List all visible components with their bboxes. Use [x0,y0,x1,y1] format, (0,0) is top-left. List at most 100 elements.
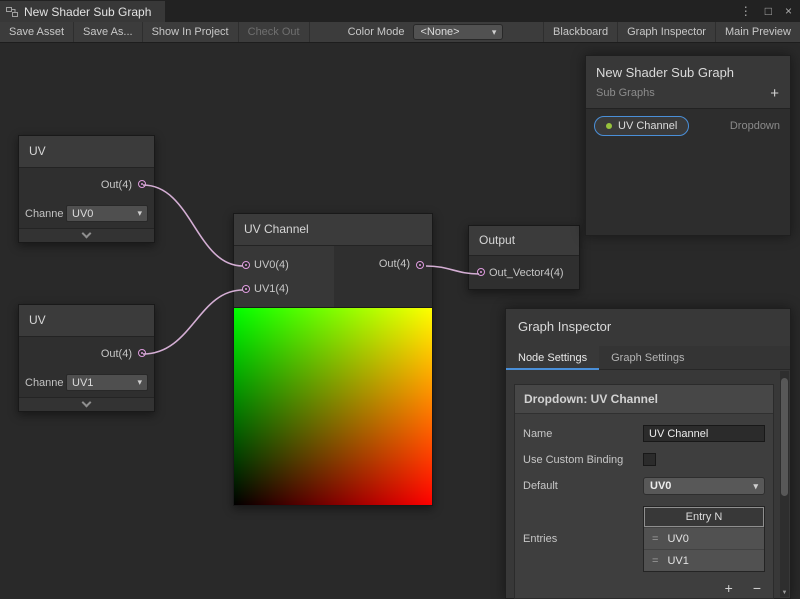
add-property-button[interactable]: + [770,88,779,100]
inspector-title[interactable]: Graph Inspector [506,309,790,346]
property-type: Dropdown [730,120,780,132]
entries-list: Entry N = UV0 = UV1 [643,506,765,572]
output-port-row: Out(4) [334,246,432,307]
remove-entry-button[interactable]: − [753,580,761,596]
blackboard-subtitle: Sub Graphs [596,87,780,99]
window-controls: ⋮ □ × [740,0,792,22]
inspector-tabs: Node Settings Graph Settings [506,346,790,370]
blackboard-toggle-button[interactable]: Blackboard [543,22,617,42]
input-port-label: UV0(4) [254,256,334,274]
input-port-label: UV1(4) [254,280,334,298]
node-title[interactable]: UV Channel [234,214,432,246]
chevron-down-icon: ▾ [137,208,142,219]
node-title[interactable]: UV [19,305,154,337]
use-custom-binding-label: Use Custom Binding [523,454,643,466]
channel-label: Channel [25,377,63,389]
name-label: Name [523,428,643,440]
settings-fields: Name Use Custom Binding Default UV0 ▾ En… [515,414,773,572]
node-output-row: Out(4) [19,337,154,371]
node-uv-top[interactable]: UV Out(4) Channel UV0 ▾ [18,135,155,243]
default-label: Default [523,480,643,492]
blackboard-title: New Shader Sub Graph [596,65,780,80]
default-value: UV0 [650,480,671,492]
exposed-dot-icon [606,123,612,129]
use-custom-binding-checkbox[interactable] [643,453,656,466]
property-pill-selected[interactable]: UV Channel [594,116,689,136]
collapse-chevron-icon [82,229,92,239]
drag-handle-icon[interactable]: = [652,555,658,567]
chevron-down-icon: ▾ [753,481,758,492]
drag-handle-icon[interactable]: = [652,533,658,545]
input-port-list: UV0(4) UV1(4) [234,246,334,307]
channel-row: Channel UV1 ▾ [19,371,154,397]
node-title[interactable]: Output [469,226,579,256]
tab-title: New Shader Sub Graph [24,5,151,19]
check-out-button: Check Out [239,22,310,42]
node-output-row: Out(4) [19,168,154,202]
title-bar: New Shader Sub Graph ⋮ □ × [0,0,800,22]
toolbar-spacer [503,22,543,42]
graph-inspector-toggle-button[interactable]: Graph Inspector [617,22,715,42]
channel-value: UV1 [72,377,93,389]
property-name: UV Channel [618,120,677,132]
close-icon[interactable]: × [785,4,792,18]
graph-inspector-panel: Graph Inspector Node Settings Graph Sett… [505,308,791,599]
entry-value: UV0 [667,533,688,545]
document-tab[interactable]: New Shader Sub Graph [0,1,165,22]
scroll-down-icon[interactable]: ▼ [780,590,789,596]
node-preview-uv-gradient [234,308,432,505]
default-dropdown[interactable]: UV0 ▾ [643,477,765,495]
node-uv-channel[interactable]: UV Channel UV0(4) UV1(4) Out(4) [233,213,433,506]
blackboard-panel: New Shader Sub Graph Sub Graphs + UV Cha… [585,55,791,236]
main-preview-toggle-button[interactable]: Main Preview [715,22,800,42]
entry-row[interactable]: = UV0 [644,527,764,549]
node-title[interactable]: UV [19,136,154,168]
input-port-label: Out_Vector4(4) [489,267,564,279]
color-mode-dropdown[interactable]: <None> ▾ [413,24,503,40]
blackboard-header[interactable]: New Shader Sub Graph Sub Graphs + [586,56,790,108]
scrollbar-thumb[interactable] [781,378,788,496]
blackboard-item-uv-channel[interactable]: UV Channel Dropdown [586,109,790,136]
output-port-label: Out(4) [379,258,410,307]
section-title: Dropdown: UV Channel [515,385,773,414]
entries-toolbar: + − [515,572,773,596]
toolbar: Save Asset Save As... Show In Project Ch… [0,22,800,43]
entries-header: Entry N [644,507,764,527]
entry-value: UV1 [667,555,688,567]
save-asset-button[interactable]: Save Asset [0,22,74,42]
add-entry-button[interactable]: + [725,580,733,596]
entry-row[interactable]: = UV1 [644,549,764,571]
output-port-vector4[interactable] [416,261,424,269]
shader-graph-icon [6,6,18,18]
menu-icon[interactable]: ⋮ [740,4,752,18]
chevron-down-icon: ▾ [492,27,497,38]
tab-node-settings[interactable]: Node Settings [506,346,599,369]
save-as-button[interactable]: Save As... [74,22,143,42]
output-port-vector4[interactable] [138,180,146,188]
name-input[interactable] [643,425,765,442]
blackboard-body: UV Channel Dropdown [586,108,790,235]
chevron-down-icon: ▾ [137,377,142,388]
channel-dropdown[interactable]: UV1 ▾ [66,374,148,391]
maximize-icon[interactable]: □ [765,4,772,18]
dropdown-settings-section: Dropdown: UV Channel Name Use Custom Bin… [514,384,774,599]
show-in-project-button[interactable]: Show In Project [143,22,239,42]
shader-graph-window: New Shader Sub Graph ⋮ □ × Save Asset Sa… [0,0,800,599]
channel-value: UV0 [72,208,93,220]
node-output[interactable]: Output Out_Vector4(4) [468,225,580,290]
tab-graph-settings[interactable]: Graph Settings [599,346,696,369]
node-collapse-button[interactable] [19,397,154,411]
inspector-scrollbar[interactable]: ▼ [780,371,789,597]
node-collapse-button[interactable] [19,228,154,242]
node-uv-bottom[interactable]: UV Out(4) Channel UV1 ▾ [18,304,155,412]
output-port-label: Out(4) [101,348,132,360]
output-port-vector4[interactable] [138,349,146,357]
channel-dropdown[interactable]: UV0 ▾ [66,205,148,222]
node-input-row: Out_Vector4(4) [469,256,579,289]
node-body: UV0(4) UV1(4) Out(4) [234,246,432,308]
color-mode-label: Color Mode [310,22,414,42]
channel-row: Channel UV0 ▾ [19,202,154,228]
collapse-chevron-icon [82,398,92,408]
input-port-uv0[interactable] [242,261,250,269]
input-port-uv1[interactable] [242,285,250,293]
